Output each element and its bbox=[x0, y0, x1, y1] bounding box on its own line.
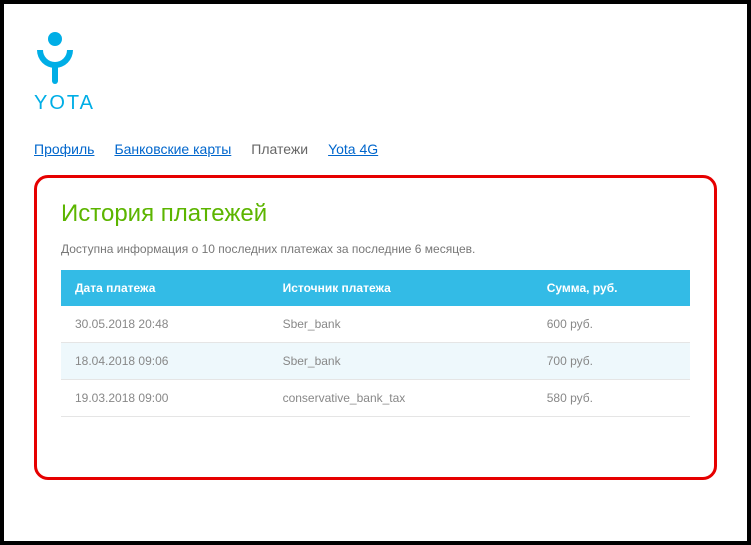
brand-text: YOTA bbox=[34, 92, 717, 115]
page-subtitle: Доступна информация о 10 последних плате… bbox=[61, 242, 690, 256]
payments-panel: История платежей Доступна информация о 1… bbox=[34, 175, 717, 480]
payments-table: Дата платежа Источник платежа Сумма, руб… bbox=[61, 270, 690, 417]
cell-date: 18.04.2018 09:06 bbox=[61, 343, 269, 380]
cell-sum: 580 руб. bbox=[533, 380, 690, 417]
cell-sum: 700 руб. bbox=[533, 343, 690, 380]
nav-profile[interactable]: Профиль bbox=[34, 141, 94, 157]
nav-yota4g[interactable]: Yota 4G bbox=[328, 141, 378, 157]
cell-date: 19.03.2018 09:00 bbox=[61, 380, 269, 417]
page-title: История платежей bbox=[61, 200, 690, 228]
main-nav: Профиль Банковские карты Платежи Yota 4G bbox=[34, 141, 717, 157]
cell-source: Sber_bank bbox=[269, 343, 533, 380]
nav-cards[interactable]: Банковские карты bbox=[114, 141, 231, 157]
brand-logo: YOTA bbox=[34, 28, 717, 115]
cell-date: 30.05.2018 20:48 bbox=[61, 306, 269, 343]
cell-sum: 600 руб. bbox=[533, 306, 690, 343]
cell-source: conservative_bank_tax bbox=[269, 380, 533, 417]
nav-payments: Платежи bbox=[251, 141, 308, 157]
th-source: Источник платежа bbox=[269, 270, 533, 306]
cell-source: Sber_bank bbox=[269, 306, 533, 343]
table-row: 30.05.2018 20:48 Sber_bank 600 руб. bbox=[61, 306, 690, 343]
th-date: Дата платежа bbox=[61, 270, 269, 306]
table-row: 19.03.2018 09:00 conservative_bank_tax 5… bbox=[61, 380, 690, 417]
th-sum: Сумма, руб. bbox=[533, 270, 690, 306]
table-row: 18.04.2018 09:06 Sber_bank 700 руб. bbox=[61, 343, 690, 380]
yota-icon bbox=[34, 28, 717, 86]
